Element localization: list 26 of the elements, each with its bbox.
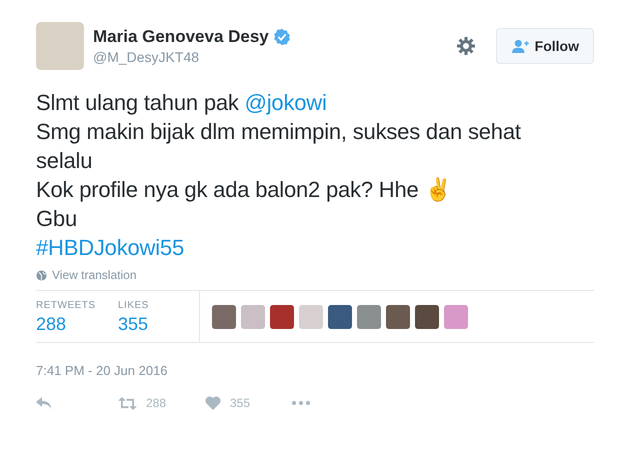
globe-icon <box>36 270 47 280</box>
add-person-icon <box>510 39 529 53</box>
tweet-link[interactable]: #HBDJokowi55 <box>36 235 184 260</box>
liker-photo-placeholder[interactable] <box>415 304 439 328</box>
view-translation-link[interactable]: View translation <box>52 268 136 282</box>
tweet-link[interactable]: @jokowi <box>244 90 327 115</box>
stat-count[interactable]: 355 <box>118 314 178 335</box>
stat-label: RETWEETS <box>36 300 96 311</box>
heart-icon[interactable] <box>205 396 221 410</box>
liker-photo-placeholder[interactable] <box>270 304 294 328</box>
settings-icon[interactable] <box>456 36 476 56</box>
action-count: 355 <box>230 396 250 410</box>
tweet-timestamp: 7:41 PM - 20 Jun 2016 <box>36 363 169 378</box>
liker-photo-placeholder[interactable] <box>212 304 236 328</box>
stat-count[interactable]: 288 <box>36 314 96 335</box>
liker-photo-placeholder[interactable] <box>386 304 410 328</box>
action-count: 288 <box>146 396 166 410</box>
author-handle[interactable]: @M_DesyJKT48 <box>93 49 456 65</box>
stat-label: LIKES <box>118 300 150 311</box>
author-name[interactable]: Maria Genoveva Desy <box>93 27 269 47</box>
follow-button[interactable]: Follow <box>496 28 594 64</box>
retweet-icon[interactable] <box>118 396 137 410</box>
reply-icon[interactable] <box>36 397 52 409</box>
liker-photo-placeholder[interactable] <box>328 304 352 328</box>
tweet-text: Slmt ulang tahun pak @jokowi Smg makin bijak dlm memimpin, sukses dan sehat selalu Kok profile nya gk ada balon2 pak? Hhe ✌ Gbu #HBDJokowi55 <box>36 89 522 262</box>
more-icon[interactable] <box>292 401 310 405</box>
